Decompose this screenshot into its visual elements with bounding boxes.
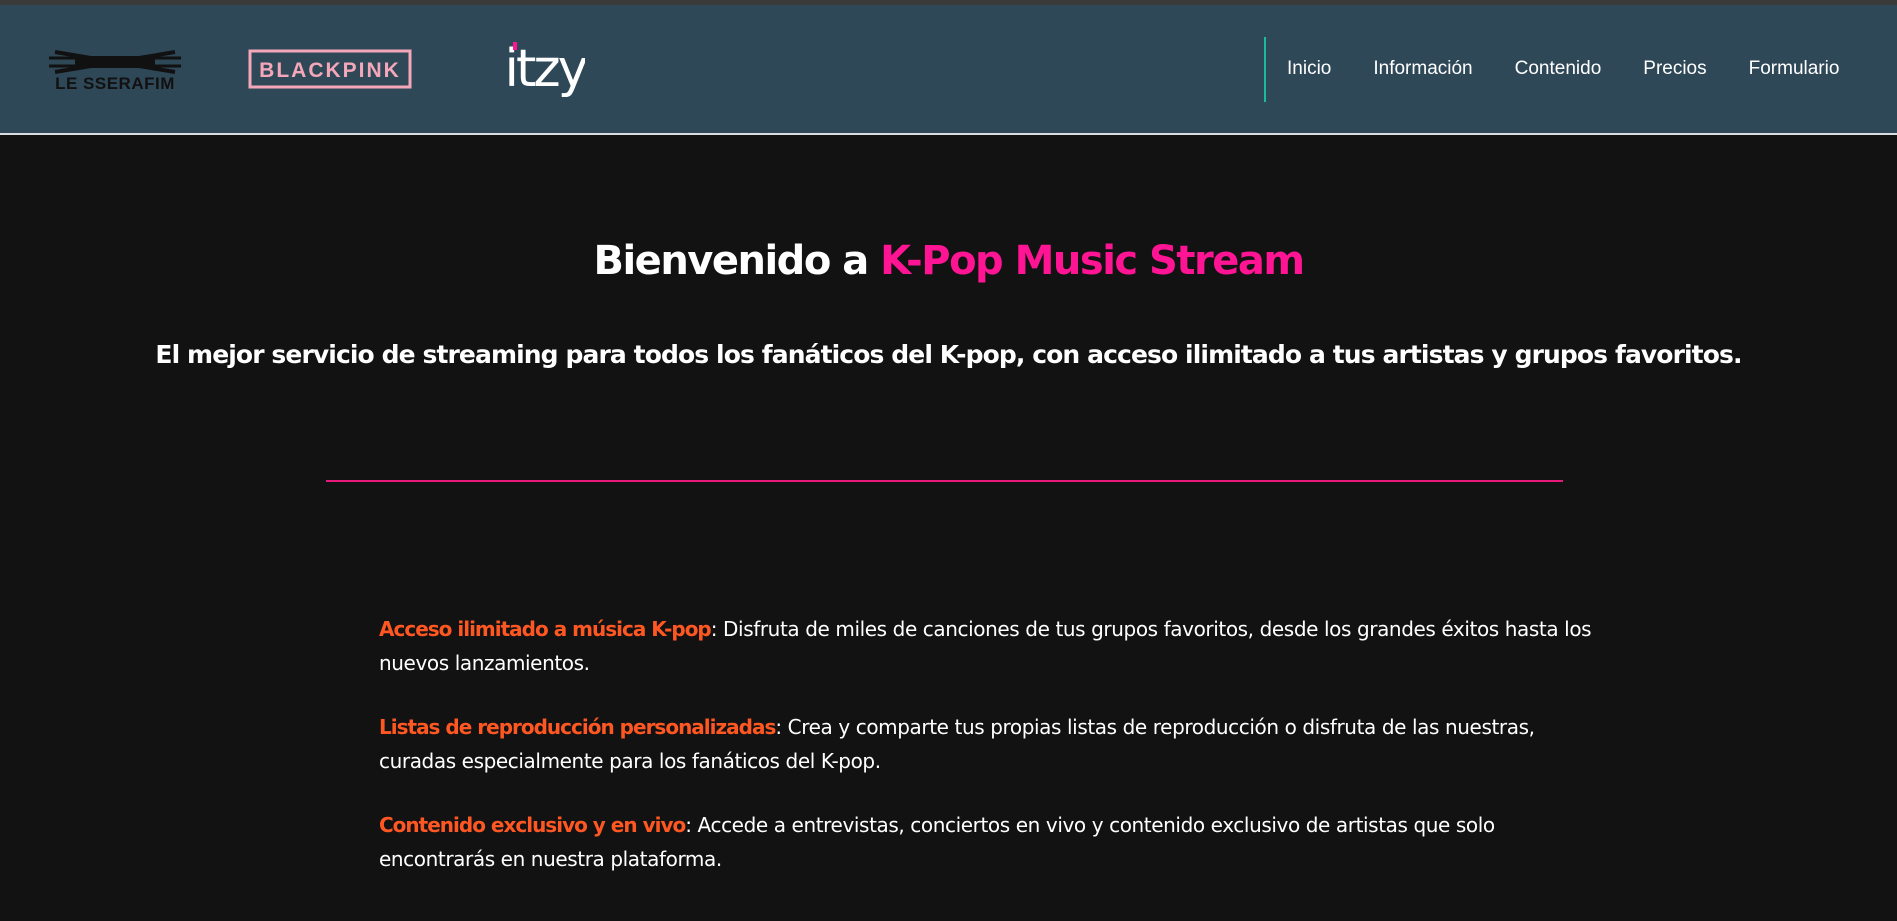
blackpink-logo-image: BLACKPINK [248, 49, 412, 89]
site-header: LE SSERAFIM BLACKPINK itzy Inicio Inform… [0, 5, 1897, 135]
page-title: Bienvenido a K-Pop Music Stream [0, 238, 1897, 284]
feature-label: Contenido exclusivo y en vivo [379, 813, 686, 837]
svg-text:BLACKPINK: BLACKPINK [259, 59, 401, 82]
itzy-logo-image: itzy [505, 39, 585, 99]
nav-item-inicio[interactable]: Inicio [1287, 58, 1331, 80]
section-divider [326, 480, 1563, 482]
title-prefix: Bienvenido a [593, 238, 881, 284]
svg-text:LE SSERAFIM: LE SSERAFIM [55, 74, 175, 93]
feature-item: Listas de reproducción personalizadas: C… [379, 710, 1609, 778]
feature-item: Acceso ilimitado a música K-pop: Disfrut… [379, 612, 1609, 680]
lesserafim-logo-image: LE SSERAFIM [49, 50, 181, 93]
blackpink-logo[interactable]: BLACKPINK [248, 5, 412, 133]
feature-item: Contenido exclusivo y en vivo: Accede a … [379, 808, 1609, 876]
nav-item-contenido[interactable]: Contenido [1515, 58, 1602, 80]
nav-item-formulario[interactable]: Formulario [1749, 58, 1840, 80]
main-nav: Inicio Información Contenido Precios For… [1266, 5, 1860, 133]
lesserafim-logo[interactable]: LE SSERAFIM [40, 5, 190, 133]
features-list: Acceso ilimitado a música K-pop: Disfrut… [379, 612, 1609, 906]
nav-item-informacion[interactable]: Información [1373, 58, 1472, 80]
itzy-logo[interactable]: itzy [505, 5, 585, 133]
title-accent: K-Pop Music Stream [880, 238, 1305, 284]
page-subtitle: El mejor servicio de streaming para todo… [155, 340, 1742, 369]
feature-label: Listas de reproducción personalizadas [379, 715, 776, 739]
nav-item-precios[interactable]: Precios [1643, 58, 1706, 80]
feature-label: Acceso ilimitado a música K-pop [379, 617, 712, 641]
